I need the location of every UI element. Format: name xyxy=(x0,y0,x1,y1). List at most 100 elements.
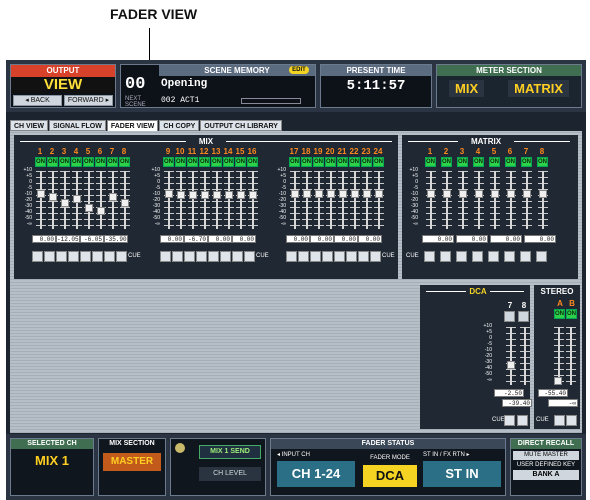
cue-button[interactable] xyxy=(56,251,67,262)
cue-button[interactable] xyxy=(32,251,43,262)
cue-button[interactable] xyxy=(244,251,255,262)
cue-button[interactable] xyxy=(208,251,219,262)
fader-knob[interactable] xyxy=(315,190,323,198)
on-button[interactable]: ON xyxy=(425,157,436,167)
on-button[interactable]: ON xyxy=(71,157,82,167)
fader-knob[interactable] xyxy=(237,191,245,199)
on-button[interactable]: ON xyxy=(59,157,70,167)
cue-button[interactable] xyxy=(504,415,515,426)
cue-button[interactable] xyxy=(566,415,577,426)
meter-section-panel[interactable]: METER SECTION MIX MATRIX xyxy=(436,64,582,108)
cue-button[interactable] xyxy=(104,251,115,262)
on-button[interactable]: ON xyxy=(199,157,210,167)
tab-fader-view[interactable]: FADER VIEW xyxy=(106,120,159,131)
cue-button[interactable] xyxy=(220,251,231,262)
on-button[interactable]: ON xyxy=(337,157,348,167)
fader-knob[interactable] xyxy=(97,207,105,215)
fader-knob[interactable] xyxy=(443,190,451,198)
fader-knob[interactable] xyxy=(554,377,562,385)
on-button[interactable]: ON xyxy=(163,157,174,167)
on-button[interactable]: ON xyxy=(325,157,336,167)
tab-ch-view[interactable]: CH VIEW xyxy=(10,120,48,131)
fader-knob[interactable] xyxy=(249,191,257,199)
cue-button[interactable] xyxy=(80,251,91,262)
send-panel[interactable]: MIX 1 SEND CH LEVEL xyxy=(170,438,266,496)
bank-button[interactable]: BANK A xyxy=(513,470,579,480)
on-button[interactable]: ON xyxy=(247,157,258,167)
cue-button[interactable] xyxy=(520,251,531,262)
cue-button[interactable] xyxy=(160,251,171,262)
fader-mode-button[interactable]: DCA xyxy=(363,465,417,487)
fader-knob[interactable] xyxy=(201,191,209,199)
fader-knob[interactable] xyxy=(85,204,93,212)
mix-section-panel[interactable]: MIX SECTION MASTER xyxy=(98,438,166,496)
fader-knob[interactable] xyxy=(351,190,359,198)
selected-ch-panel[interactable]: SELECTED CH MIX 1 xyxy=(10,438,94,496)
cue-button[interactable] xyxy=(346,251,357,262)
on-button[interactable]: ON xyxy=(554,309,565,319)
fader-knob[interactable] xyxy=(375,190,383,198)
cue-button[interactable] xyxy=(358,251,369,262)
fader-knob[interactable] xyxy=(61,199,69,207)
fader-knob[interactable] xyxy=(121,199,129,207)
cue-button[interactable] xyxy=(172,251,183,262)
on-button[interactable]: ON xyxy=(457,157,468,167)
cue-button[interactable] xyxy=(68,251,79,262)
on-button[interactable]: ON xyxy=(95,157,106,167)
cue-button[interactable] xyxy=(370,251,381,262)
scene-memory-panel[interactable]: SCENE MEMORY EDIT 00 Opening NEXT SCENE … xyxy=(120,64,316,108)
on-button[interactable]: ON xyxy=(361,157,372,167)
fader-knob[interactable] xyxy=(507,190,515,198)
cue-button[interactable] xyxy=(44,251,55,262)
fader-knob[interactable] xyxy=(459,190,467,198)
on-button[interactable]: ON xyxy=(35,157,46,167)
cue-button[interactable] xyxy=(322,251,333,262)
meter-mix-button[interactable]: MIX xyxy=(449,80,485,97)
on-button[interactable]: ON xyxy=(473,157,484,167)
fader-knob[interactable] xyxy=(327,190,335,198)
st-in-button[interactable]: ST IN xyxy=(423,461,501,487)
fader-knob[interactable] xyxy=(165,190,173,198)
cue-button[interactable] xyxy=(232,251,243,262)
on-button[interactable]: ON xyxy=(313,157,324,167)
on-button[interactable]: ON xyxy=(175,157,186,167)
back-button[interactable]: ◂ BACK xyxy=(13,95,62,106)
cue-button[interactable] xyxy=(472,251,483,262)
on-button[interactable]: ON xyxy=(349,157,360,167)
cue-button[interactable] xyxy=(536,251,547,262)
cue-button[interactable] xyxy=(424,251,435,262)
on-button[interactable]: ON xyxy=(301,157,312,167)
on-button[interactable]: ON xyxy=(83,157,94,167)
dca-button[interactable] xyxy=(504,311,515,322)
cue-button[interactable] xyxy=(456,251,467,262)
on-button[interactable]: ON xyxy=(235,157,246,167)
tab-ch-copy[interactable]: CH COPY xyxy=(159,120,200,131)
fader-knob[interactable] xyxy=(363,190,371,198)
cue-button[interactable] xyxy=(286,251,297,262)
on-button[interactable]: ON xyxy=(441,157,452,167)
fader-knob[interactable] xyxy=(291,190,299,198)
fader-knob[interactable] xyxy=(427,190,435,198)
on-button[interactable]: ON xyxy=(119,157,130,167)
cue-button[interactable] xyxy=(116,251,127,262)
cue-button[interactable] xyxy=(440,251,451,262)
fader-knob[interactable] xyxy=(213,191,221,199)
fader-knob[interactable] xyxy=(189,191,197,199)
on-button[interactable]: ON xyxy=(566,309,577,319)
output-panel[interactable]: OUTPUT VIEW ◂ BACK FORWARD ▸ xyxy=(10,64,116,108)
input-ch-button[interactable]: CH 1-24 xyxy=(277,461,355,487)
ch-level-button[interactable]: CH LEVEL xyxy=(199,467,261,481)
cue-button[interactable] xyxy=(196,251,207,262)
cue-button[interactable] xyxy=(334,251,345,262)
fader-knob[interactable] xyxy=(523,190,531,198)
on-button[interactable]: ON xyxy=(211,157,222,167)
fader-knob[interactable] xyxy=(109,193,117,201)
send-value[interactable]: MIX 1 SEND xyxy=(199,445,261,459)
on-button[interactable]: ON xyxy=(373,157,384,167)
cue-button[interactable] xyxy=(504,251,515,262)
fader-knob[interactable] xyxy=(73,195,81,203)
fader-knob[interactable] xyxy=(339,190,347,198)
cue-button[interactable] xyxy=(184,251,195,262)
on-button[interactable]: ON xyxy=(47,157,58,167)
forward-button[interactable]: FORWARD ▸ xyxy=(64,95,113,106)
